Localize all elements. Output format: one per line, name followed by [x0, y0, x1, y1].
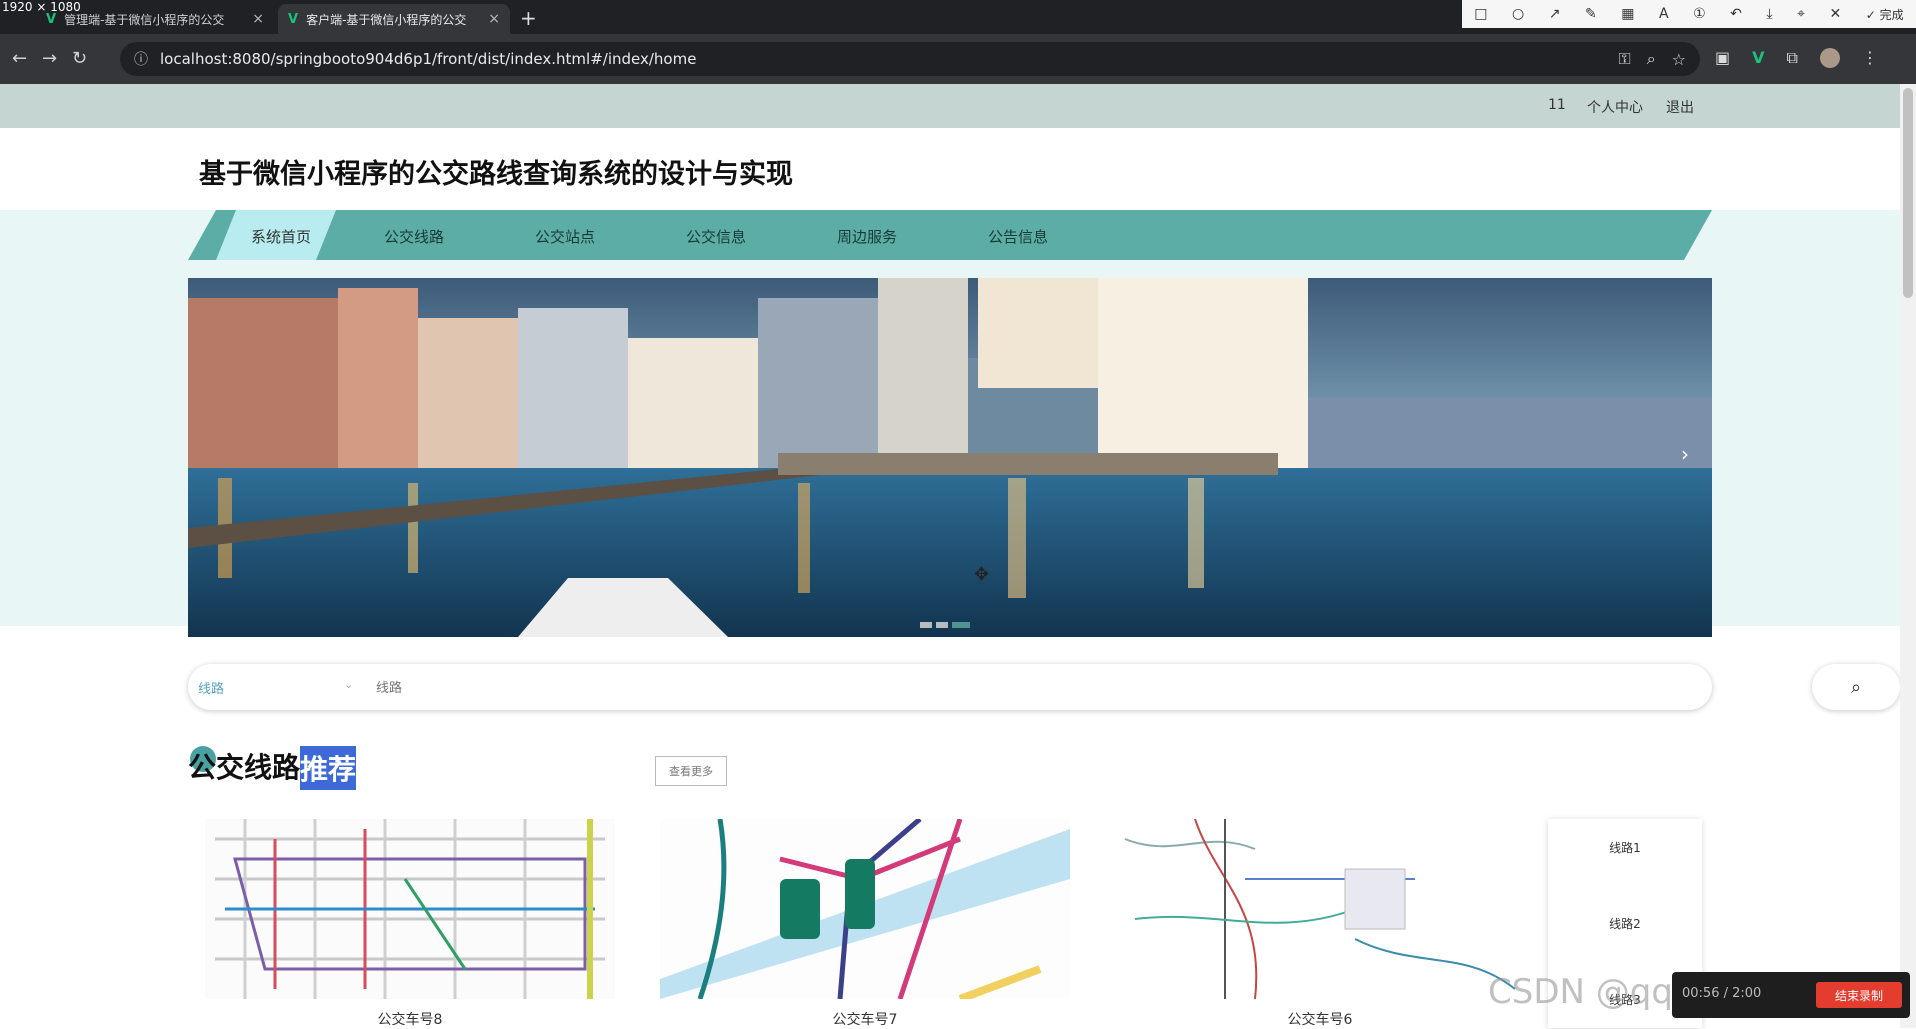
- route-card-caption: 公交车号8: [377, 1012, 443, 1028]
- incognito-icon[interactable]: ▣: [1715, 48, 1730, 68]
- search-input[interactable]: [374, 676, 1678, 700]
- extensions-icon[interactable]: ⧉: [1787, 48, 1798, 68]
- carousel-dot-active[interactable]: [952, 622, 970, 628]
- rectangle-tool-icon[interactable]: □: [1474, 6, 1487, 22]
- section-title: 公交线路 推荐: [188, 746, 357, 790]
- browser-tab-client[interactable]: V 客户端-基于微信小程序的公交 ×: [278, 4, 510, 34]
- route-card[interactable]: 公交车号6: [1115, 818, 1525, 1029]
- recorder-timer: 00:56 / 2:00: [1682, 986, 1762, 1001]
- search-button[interactable]: ⌕: [1812, 664, 1900, 710]
- vue-devtools-icon[interactable]: V: [1752, 48, 1764, 68]
- profile-link[interactable]: 个人中心: [1587, 97, 1643, 117]
- close-icon[interactable]: ×: [488, 11, 500, 27]
- nav-bus-info[interactable]: 公交信息: [686, 226, 746, 247]
- pin-icon[interactable]: ⌖: [1797, 6, 1805, 22]
- vertical-scrollbar[interactable]: [1900, 84, 1916, 1028]
- chevron-down-icon[interactable]: ⌄: [344, 678, 353, 691]
- undo-icon[interactable]: ↶: [1730, 6, 1742, 22]
- ellipse-tool-icon[interactable]: ○: [1512, 6, 1524, 22]
- menu-icon[interactable]: ⋮: [1862, 48, 1878, 68]
- view-more-button[interactable]: 查看更多: [655, 756, 727, 786]
- side-list-item[interactable]: 线路1: [1548, 839, 1702, 856]
- carousel-dot[interactable]: [936, 622, 948, 628]
- carousel-indicators: [920, 622, 970, 628]
- vue-icon: V: [46, 11, 57, 27]
- new-tab-button[interactable]: +: [520, 6, 537, 30]
- carousel-dot[interactable]: [920, 622, 932, 628]
- side-list-item[interactable]: 线路2: [1548, 915, 1702, 932]
- search-icon: ⌕: [1850, 676, 1862, 698]
- section-title-text: 公交线路: [188, 751, 301, 784]
- back-icon[interactable]: ←: [12, 48, 27, 69]
- tab-title: 客户端-基于微信小程序的公交: [306, 12, 467, 27]
- forward-icon[interactable]: →: [42, 48, 57, 69]
- site-info-icon[interactable]: ⓘ: [134, 49, 148, 69]
- stop-recording-button[interactable]: 结束录制: [1816, 982, 1902, 1008]
- close-icon[interactable]: ✕: [1830, 6, 1842, 22]
- close-icon[interactable]: ×: [252, 11, 264, 27]
- vue-icon: V: [288, 11, 299, 27]
- download-icon[interactable]: ⤓: [1766, 6, 1772, 22]
- banner-image: [188, 278, 1712, 637]
- nav-nearby-services[interactable]: 周边服务: [837, 226, 897, 247]
- move-cursor-icon: ✥: [974, 564, 990, 585]
- browser-address-bar: ← → ↻ ⓘ localhost:8080/springbooto904d6p…: [0, 34, 1916, 84]
- username: 11: [1548, 97, 1566, 113]
- page-content: 11 个人中心 退出 基于微信小程序的公交路线查询系统的设计与实现 系统首页 公…: [0, 84, 1900, 1028]
- section-title-highlight: 推荐: [300, 746, 357, 790]
- scrollbar-thumb[interactable]: [1903, 88, 1913, 298]
- route-card[interactable]: 公交车号7: [660, 817, 1070, 1029]
- nav-announcements[interactable]: 公告信息: [988, 226, 1048, 247]
- pen-tool-icon[interactable]: ✎: [1585, 6, 1597, 22]
- nav-bus-stops[interactable]: 公交站点: [535, 226, 595, 247]
- tab-title: 管理端-基于微信小程序的公交: [64, 12, 225, 27]
- site-title: 基于微信小程序的公交路线查询系统的设计与实现: [199, 159, 793, 190]
- route-card-caption: 公交车号7: [832, 1012, 898, 1028]
- screenshot-toolbar: □ ○ ↗ ✎ ▦ A ① ↶ ⤓ ⌖ ✕ ✓ 完成: [1462, 0, 1916, 28]
- text-tool-icon[interactable]: A: [1659, 6, 1669, 22]
- route-card-caption: 公交车号6: [1287, 1012, 1353, 1028]
- search-bar: 线路 ⌄: [188, 664, 1712, 710]
- logout-link[interactable]: 退出: [1666, 97, 1694, 117]
- screen-recorder-bar: 00:56 / 2:00 结束录制: [1672, 972, 1910, 1018]
- route-map-image: [1115, 818, 1525, 1000]
- search-type-select[interactable]: 线路: [198, 678, 358, 697]
- nav-bus-routes[interactable]: 公交线路: [384, 226, 444, 247]
- mosaic-tool-icon[interactable]: ▦: [1621, 6, 1634, 22]
- reload-icon[interactable]: ↻: [72, 48, 87, 69]
- main-nav: 系统首页 公交线路 公交站点 公交信息 周边服务 公告信息: [188, 210, 1712, 260]
- url-field[interactable]: ⓘ localhost:8080/springbooto904d6p1/fron…: [120, 42, 1700, 76]
- zoom-icon[interactable]: ⌕: [1647, 49, 1656, 69]
- done-label: 完成: [1879, 7, 1904, 22]
- carousel-next-icon[interactable]: ›: [1681, 442, 1689, 466]
- nav-home[interactable]: 系统首页: [251, 226, 311, 247]
- browser-tab-admin[interactable]: V 管理端-基于微信小程序的公交 ×: [36, 4, 274, 34]
- star-icon[interactable]: ☆: [1672, 50, 1686, 69]
- number-tool-icon[interactable]: ①: [1693, 6, 1706, 22]
- done-button[interactable]: ✓ 完成: [1866, 6, 1904, 23]
- arrow-tool-icon[interactable]: ↗: [1549, 6, 1561, 22]
- url-text: localhost:8080/springbooto904d6p1/front/…: [160, 50, 697, 68]
- banner-carousel[interactable]: ›: [188, 278, 1712, 637]
- profile-avatar[interactable]: [1819, 48, 1840, 68]
- route-map-image: [205, 819, 615, 999]
- route-map-image: [660, 817, 1070, 1003]
- browser-tab-strip: 1920 × 1080 V 管理端-基于微信小程序的公交 × V 客户端-基于微…: [0, 0, 1916, 34]
- key-icon[interactable]: ⚿: [1619, 49, 1631, 69]
- route-card[interactable]: 公交车号8: [205, 819, 615, 1029]
- user-topbar: 11 个人中心 退出: [0, 84, 1900, 128]
